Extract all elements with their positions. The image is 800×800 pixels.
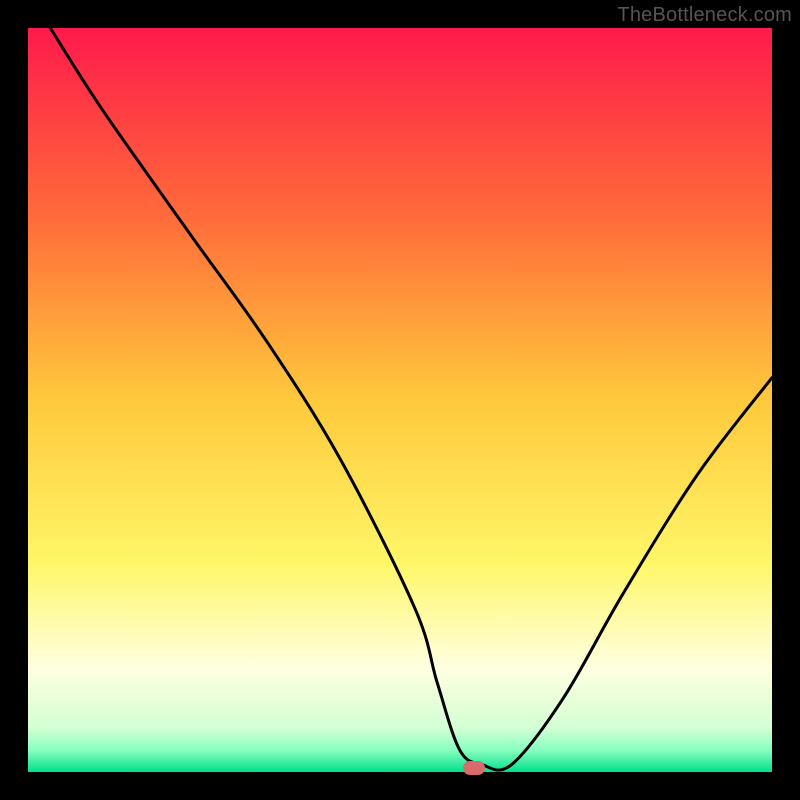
watermark-text: TheBottleneck.com <box>617 4 792 27</box>
chart-container: TheBottleneck.com <box>0 0 800 800</box>
optimum-marker <box>463 761 485 775</box>
chart-svg <box>28 28 772 772</box>
plot-area <box>28 28 772 772</box>
gradient-background <box>28 28 772 772</box>
